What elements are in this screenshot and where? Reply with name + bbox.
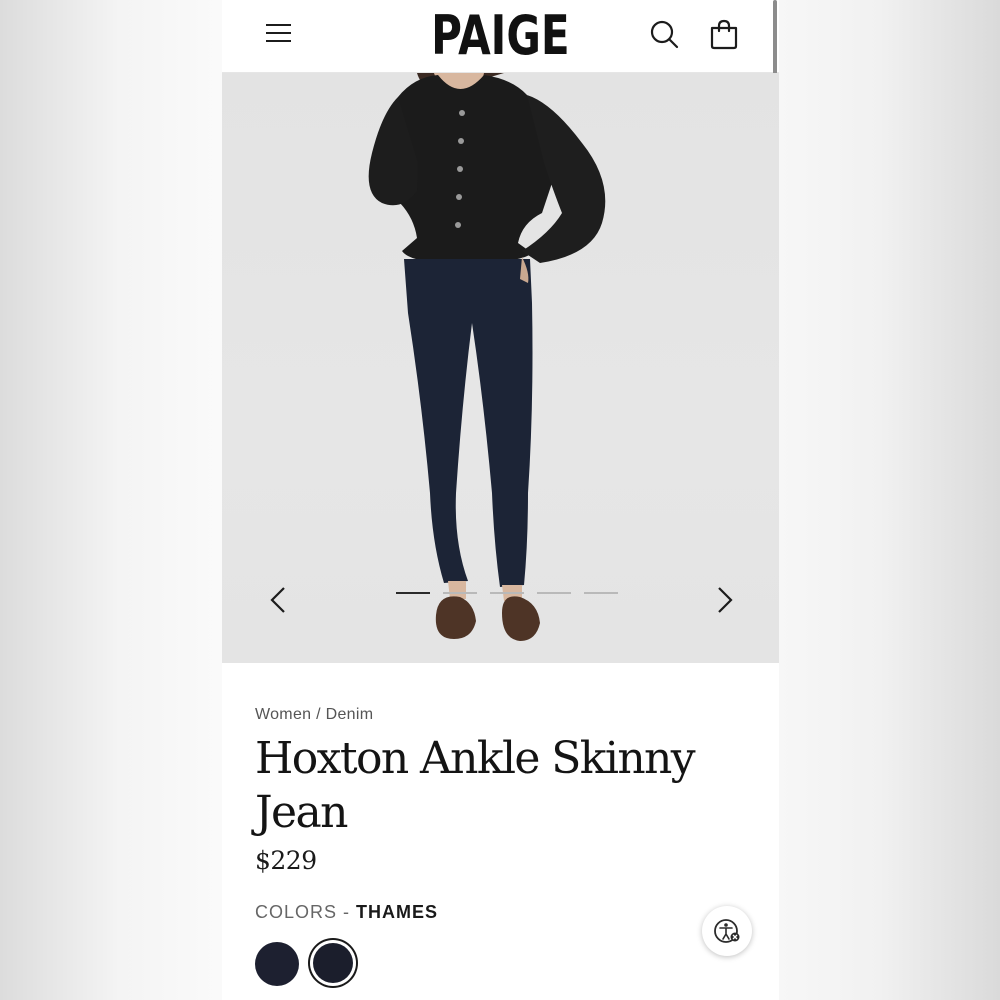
color-swatch-selected[interactable]: [313, 943, 353, 983]
product-image-gallery[interactable]: [222, 73, 779, 663]
gallery-dot[interactable]: [537, 592, 571, 594]
shopping-bag-icon: [710, 19, 738, 50]
gallery-dot[interactable]: [490, 592, 524, 594]
selected-color-name: THAMES: [356, 902, 439, 922]
breadcrumb-women[interactable]: Women: [255, 706, 311, 723]
product-title: Hoxton Ankle Skinny Jean: [255, 732, 755, 840]
colors-label: COLORS - THAMES: [255, 902, 438, 923]
color-swatch[interactable]: [255, 942, 299, 986]
colors-heading: COLORS: [255, 902, 338, 922]
product-photo: [368, 73, 606, 641]
gallery-prev-button[interactable]: [259, 580, 299, 620]
product-price: $229: [255, 846, 317, 875]
accessibility-button[interactable]: [702, 906, 752, 956]
product-title-line: Hoxton Ankle Skinny: [255, 733, 696, 784]
gallery-dot[interactable]: [396, 592, 430, 594]
product-title-line: Jean: [255, 787, 348, 838]
site-header: PAIGE: [222, 0, 779, 140]
colors-separator: -: [337, 902, 357, 922]
breadcrumb: Women / Denim: [255, 706, 373, 724]
search-button[interactable]: [646, 16, 682, 52]
search-icon: [650, 20, 679, 49]
breadcrumb-denim[interactable]: Denim: [326, 706, 374, 723]
mobile-page: PAIGE Women / Denim Hoxton Ankle Skinny …: [222, 0, 779, 1000]
gallery-pagination: [396, 592, 626, 596]
chevron-left-icon: [270, 587, 285, 613]
gallery-dot[interactable]: [584, 592, 618, 594]
breadcrumb-separator: /: [316, 706, 321, 723]
gallery-dot[interactable]: [443, 592, 477, 594]
chevron-right-icon: [718, 587, 733, 613]
accessibility-icon: [714, 919, 740, 943]
gallery-next-button[interactable]: [704, 580, 744, 620]
cart-button[interactable]: [706, 16, 742, 52]
